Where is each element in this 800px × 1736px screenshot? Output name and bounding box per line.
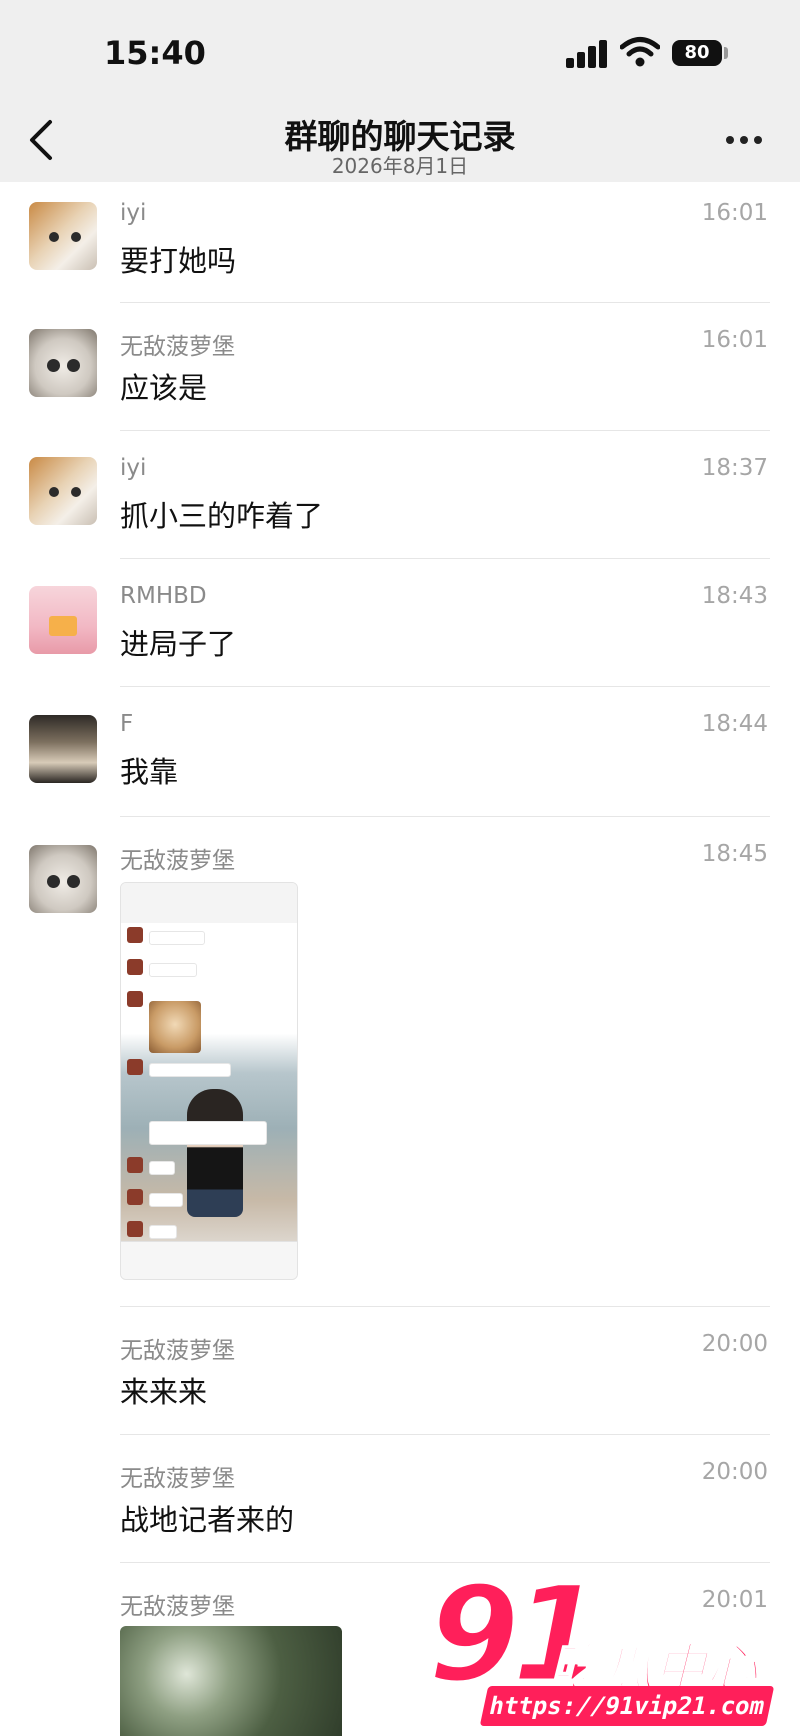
message-item[interactable]: F 18:44 我靠 (0, 686, 800, 817)
message-item[interactable]: 无敌菠萝堡 16:01 应该是 (0, 302, 800, 431)
top-bar: 15:40 80 群聊的聊天记录 2026年8月1日 (0, 0, 800, 182)
pink-room-avatar[interactable] (29, 586, 97, 654)
wifi-icon (620, 37, 660, 67)
message-sender: iyi (120, 200, 147, 226)
message-text: 战地记者来的 (120, 1503, 295, 1537)
cat-avatar[interactable] (29, 202, 97, 270)
photo-image[interactable] (120, 1626, 342, 1736)
message-sender: 无敌菠萝堡 (120, 334, 235, 360)
kitten-avatar[interactable] (29, 329, 97, 397)
message-text: 要打她吗 (120, 244, 237, 278)
message-time: 18:43 (701, 583, 768, 609)
message-item[interactable]: RMHBD 18:43 进局子了 (0, 558, 800, 687)
message-sender: 无敌菠萝堡 (120, 1594, 235, 1620)
message-text: 我靠 (120, 755, 179, 789)
message-text: 应该是 (120, 371, 208, 405)
message-sender: 无敌菠萝堡 (120, 1338, 235, 1364)
message-sender: 无敌菠萝堡 (120, 1466, 235, 1492)
message-item[interactable]: 无敌菠萝堡 20:00 战地记者来的 (0, 1434, 800, 1563)
message-time: 16:01 (701, 327, 768, 353)
message-sender: 无敌菠萝堡 (120, 848, 235, 874)
message-time: 16:01 (701, 200, 768, 226)
dog-image (149, 1001, 201, 1053)
message-time: 20:00 (701, 1331, 768, 1357)
ellipsis-icon[interactable] (724, 130, 764, 150)
screenshot-header (121, 883, 297, 923)
message-time: 18:44 (701, 711, 768, 737)
message-item[interactable]: 无敌菠萝堡 20:00 来来来 (0, 1306, 800, 1435)
message-time: 18:37 (701, 455, 768, 481)
status-time: 15:40 (104, 34, 206, 72)
message-text: 抓小三的咋着了 (120, 499, 324, 533)
chat-screenshot-image[interactable] (120, 882, 298, 1280)
message-sender: iyi (120, 455, 147, 481)
watermark: 91 吃瓜中心 https://91vip21.com (420, 1557, 780, 1730)
message-item[interactable]: iyi 18:37 抓小三的咋着了 (0, 430, 800, 559)
watermark-url: https://91vip21.com (479, 1686, 775, 1726)
kitten-avatar[interactable] (29, 845, 97, 913)
message-text: 进局子了 (120, 627, 237, 661)
page-subtitle-date: 2026年8月1日 (331, 154, 469, 178)
message-item[interactable]: iyi 16:01 要打她吗 (0, 182, 800, 303)
message-time: 18:45 (701, 841, 768, 867)
battery-indicator: 80 (672, 40, 722, 66)
screenshot-input-bar (121, 1241, 297, 1279)
girl-image (187, 1089, 243, 1217)
message-sender: RMHBD (120, 583, 207, 609)
girl-avatar[interactable] (29, 715, 97, 783)
message-time: 20:00 (701, 1459, 768, 1485)
cat-avatar[interactable] (29, 457, 97, 525)
message-sender: F (120, 711, 134, 737)
battery-tip (724, 47, 728, 59)
message-text: 来来来 (120, 1375, 208, 1409)
cellular-signal-icon (566, 40, 610, 68)
